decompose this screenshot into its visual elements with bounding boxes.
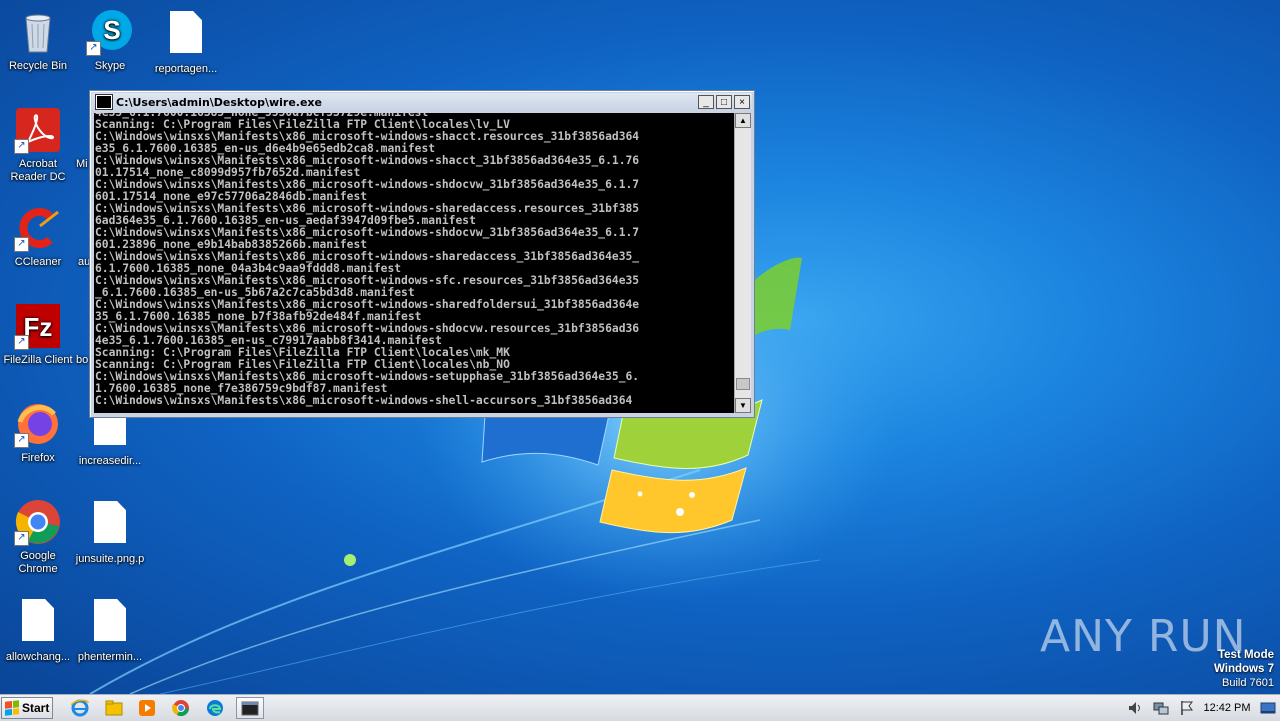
chrome-icon (172, 700, 189, 717)
maximize-button[interactable]: □ (716, 95, 732, 109)
shortcut-arrow-icon: ↗ (14, 237, 29, 252)
console-titlebar[interactable]: C:\Users\admin\Desktop\wire.exe _ □ × (92, 93, 752, 111)
network-icon[interactable] (1153, 700, 1169, 716)
taskbar-explorer-button[interactable] (102, 697, 126, 719)
desktop: Recycle Bin S ↗ Skype reportagen... ↗ Ac… (0, 0, 1280, 694)
taskbar: Start 12:42 PM (0, 694, 1280, 721)
document-icon (86, 599, 134, 647)
filezilla-icon: Fz ↗ (14, 302, 62, 350)
test-mode-line2: Windows 7 (1214, 663, 1274, 675)
desktop-icon-acrobat[interactable]: ↗ Acrobat Reader DC (0, 106, 76, 184)
windows-logo-icon (5, 700, 19, 716)
desktop-icon-phentermin[interactable]: phentermin... (72, 596, 148, 664)
minimize-button[interactable]: _ (698, 95, 714, 109)
document-icon (14, 599, 62, 647)
console-app-icon (95, 94, 113, 110)
desktop-icon-ccleaner[interactable]: ↗ CCleaner (0, 204, 76, 269)
console-output[interactable]: 4e35_6.1.7600.16385_none_5550d7bcf53729e… (94, 113, 734, 413)
scroll-down-button[interactable]: ▼ (735, 398, 751, 413)
shortcut-arrow-icon: ↗ (86, 41, 101, 56)
acrobat-icon: ↗ (14, 106, 62, 154)
explorer-icon (105, 700, 123, 716)
desktop-icon-junsuite[interactable]: junsuite.png.p (72, 498, 148, 566)
shortcut-arrow-icon: ↗ (14, 531, 29, 546)
svg-text:S: S (103, 15, 120, 45)
ccleaner-icon: ↗ (14, 204, 62, 252)
taskbar-chrome-button[interactable] (169, 697, 193, 719)
clock[interactable]: 12:42 PM (1198, 695, 1256, 721)
taskbar-ie-button[interactable] (68, 697, 92, 719)
scroll-up-button[interactable]: ▲ (735, 113, 751, 128)
shortcut-arrow-icon: ↗ (14, 335, 29, 350)
ie-icon (71, 699, 89, 717)
taskbar-edge-button[interactable] (203, 697, 227, 719)
console-title: C:\Users\admin\Desktop\wire.exe (116, 95, 322, 109)
firefox-icon: ↗ (14, 400, 62, 448)
desktop-icon-skype[interactable]: S ↗ Skype (72, 8, 148, 73)
desktop-icon-firefox[interactable]: ↗ Firefox (0, 400, 76, 465)
console-task-icon (241, 701, 259, 716)
start-label: Start (22, 701, 50, 715)
document-icon (162, 11, 210, 59)
taskbar-media-player-button[interactable] (135, 697, 159, 719)
console-window[interactable]: C:\Users\admin\Desktop\wire.exe _ □ × 4e… (89, 90, 755, 418)
speaker-icon[interactable] (1127, 700, 1143, 716)
test-mode-notice: Test Mode Windows 7 Build 7601 (1214, 648, 1274, 690)
console-text: 4e35_6.1.7600.16385_none_5550d7bcf53729e… (95, 113, 640, 407)
skype-icon: S ↗ (86, 8, 134, 56)
desktop-icon-reportagen[interactable]: reportagen... (148, 8, 224, 76)
shortcut-arrow-icon: ↗ (14, 433, 29, 448)
close-button[interactable]: × (734, 95, 750, 109)
desktop-icon-recycle-bin[interactable]: Recycle Bin (0, 8, 76, 73)
flag-icon[interactable] (1179, 700, 1195, 716)
recycle-bin-icon (14, 8, 62, 56)
media-player-icon (139, 700, 155, 716)
document-icon (86, 501, 134, 549)
scroll-thumb[interactable] (736, 378, 750, 391)
start-button[interactable]: Start (1, 697, 53, 719)
chrome-icon: ↗ (14, 498, 62, 546)
taskbar-console-button[interactable] (236, 697, 264, 719)
desktop-icon-chrome[interactable]: ↗ Google Chrome (0, 498, 76, 576)
shortcut-arrow-icon: ↗ (14, 139, 29, 154)
edge-icon (207, 700, 223, 716)
desktop-icon-allowchang[interactable]: allowchang... (0, 596, 76, 664)
desktop-icon-filezilla[interactable]: Fz ↗ FileZilla Client (0, 302, 76, 367)
console-scrollbar[interactable]: ▲ ▼ (734, 113, 751, 413)
test-mode-line3: Build 7601 (1222, 677, 1274, 689)
test-mode-line1: Test Mode (1217, 649, 1274, 661)
show-desktop-icon[interactable] (1260, 700, 1276, 716)
